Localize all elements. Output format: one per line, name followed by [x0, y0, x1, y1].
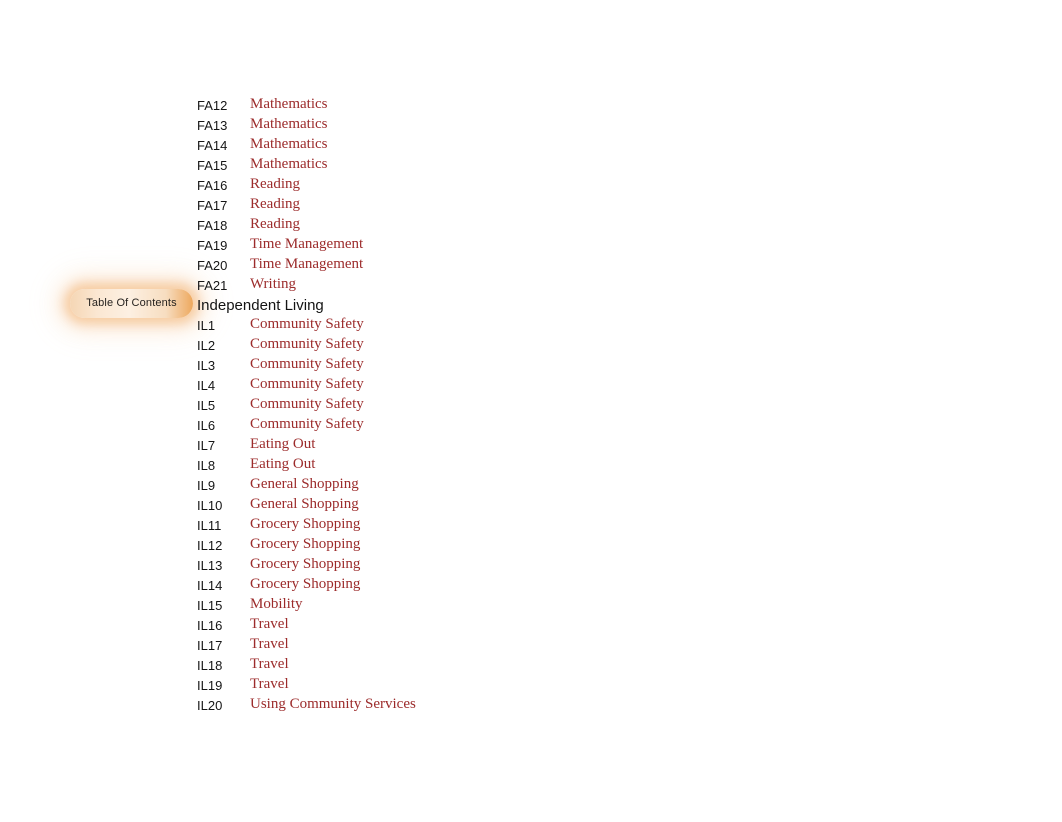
toc-entry-code: IL1 — [197, 318, 216, 333]
toc-entry-title[interactable]: Eating Out — [250, 456, 315, 472]
toc-entry-title[interactable]: Time Management — [250, 256, 363, 272]
toc-entry-title[interactable]: Community Safety — [250, 336, 364, 352]
toc-entry-title[interactable]: General Shopping — [250, 496, 359, 512]
toc-section-heading-label: Independent Living — [197, 297, 324, 314]
toc-entry-row[interactable]: IL11 Grocery Shopping — [197, 516, 717, 536]
toc-entry-title[interactable]: Travel — [250, 636, 289, 652]
toc-entry-code: IL17 — [197, 638, 223, 653]
toc-entry-code: IL13 — [197, 558, 223, 573]
toc-entry-title[interactable]: Mathematics — [250, 96, 327, 112]
toc-entry-code: FA20 — [197, 258, 228, 273]
toc-entry-title[interactable]: Community Safety — [250, 396, 364, 412]
toc-entry-code: IL11 — [197, 518, 222, 533]
toc-entry-code: IL16 — [197, 618, 223, 633]
toc-entry-title[interactable]: Community Safety — [250, 376, 364, 392]
toc-entry-code: IL9 — [197, 478, 216, 493]
toc-entry-title[interactable]: Mobility — [250, 596, 303, 612]
toc-entry-title[interactable]: Community Safety — [250, 416, 364, 432]
toc-entry-row[interactable]: FA13 Mathematics — [197, 116, 717, 136]
toc-entry-title[interactable]: Writing — [250, 276, 296, 292]
toc-entry-row[interactable]: FA20 Time Management — [197, 256, 717, 276]
toc-entry-row[interactable]: IL18 Travel — [197, 656, 717, 676]
toc-entry-code: IL5 — [197, 398, 216, 413]
toc-entry-title[interactable]: Grocery Shopping — [250, 516, 360, 532]
document-page: Table Of Contents FA12 Mathematics FA13 Mat… — [0, 0, 1062, 822]
toc-entry-title[interactable]: Mathematics — [250, 136, 327, 152]
toc-entry-title[interactable]: Using Community Services — [250, 696, 416, 712]
toc-entry-code: FA17 — [197, 198, 228, 213]
toc-entry-row[interactable]: FA21 Writing — [197, 276, 717, 296]
toc-entry-title[interactable]: Mathematics — [250, 116, 327, 132]
toc-entry-title[interactable]: Travel — [250, 676, 289, 692]
toc-entry-title[interactable]: General Shopping — [250, 476, 359, 492]
toc-entry-code: IL15 — [197, 598, 223, 613]
toc-entry-code: IL10 — [197, 498, 223, 513]
toc-entry-code: IL19 — [197, 678, 223, 693]
toc-entry-row[interactable]: FA12 Mathematics — [197, 96, 717, 116]
toc-entry-code: FA15 — [197, 158, 228, 173]
toc-entry-title[interactable]: Reading — [250, 216, 300, 232]
toc-entry-code: FA16 — [197, 178, 228, 193]
toc-entry-code: IL12 — [197, 538, 223, 553]
toc-entry-row[interactable]: FA17 Reading — [197, 196, 717, 216]
toc-entry-row[interactable]: IL5 Community Safety — [197, 396, 717, 416]
table-of-contents-badge[interactable]: Table Of Contents — [70, 289, 193, 318]
toc-entry-title[interactable]: Reading — [250, 176, 300, 192]
toc-entry-row[interactable]: IL16 Travel — [197, 616, 717, 636]
toc-entry-code: IL7 — [197, 438, 216, 453]
toc-entry-row[interactable]: IL14 Grocery Shopping — [197, 576, 717, 596]
toc-entry-code: IL8 — [197, 458, 216, 473]
toc-entry-title[interactable]: Community Safety — [250, 356, 364, 372]
toc-entry-row[interactable]: IL13 Grocery Shopping — [197, 556, 717, 576]
toc-entry-code: FA19 — [197, 238, 228, 253]
toc-entry-code: IL6 — [197, 418, 216, 433]
toc-entry-code: IL2 — [197, 338, 216, 353]
toc-entry-code: FA18 — [197, 218, 228, 233]
toc-entry-code: IL4 — [197, 378, 216, 393]
toc-entry-title[interactable]: Reading — [250, 196, 300, 212]
toc-entry-title[interactable]: Travel — [250, 616, 289, 632]
toc-entry-row[interactable]: FA14 Mathematics — [197, 136, 717, 156]
toc-entry-row[interactable]: FA15 Mathematics — [197, 156, 717, 176]
toc-entry-row[interactable]: FA18 Reading — [197, 216, 717, 236]
toc-entry-code: FA21 — [197, 278, 228, 293]
toc-entry-row[interactable]: IL9 General Shopping — [197, 476, 717, 496]
toc-entry-row[interactable]: IL1 Community Safety — [197, 316, 717, 336]
toc-entry-row[interactable]: IL4 Community Safety — [197, 376, 717, 396]
toc-entry-row[interactable]: IL8 Eating Out — [197, 456, 717, 476]
toc-entry-code: IL14 — [197, 578, 223, 593]
table-of-contents-list: FA12 Mathematics FA13 Mathematics FA14 Mathem… — [197, 96, 717, 716]
toc-entry-title[interactable]: Eating Out — [250, 436, 315, 452]
toc-entry-title[interactable]: Mathematics — [250, 156, 327, 172]
toc-entry-code: FA14 — [197, 138, 228, 153]
toc-section-heading: Independent Living — [197, 296, 717, 316]
toc-entry-row[interactable]: IL19 Travel — [197, 676, 717, 696]
toc-entry-code: IL3 — [197, 358, 216, 373]
toc-entry-row[interactable]: IL7 Eating Out — [197, 436, 717, 456]
toc-entry-row[interactable]: IL20 Using Community Services — [197, 696, 717, 716]
toc-entry-row[interactable]: IL12 Grocery Shopping — [197, 536, 717, 556]
toc-entry-row[interactable]: IL17 Travel — [197, 636, 717, 656]
table-of-contents-badge-label: Table Of Contents — [86, 297, 177, 309]
toc-entry-code: IL20 — [197, 698, 223, 713]
toc-entry-title[interactable]: Travel — [250, 656, 289, 672]
toc-entry-code: IL18 — [197, 658, 223, 673]
toc-entry-code: FA13 — [197, 118, 228, 133]
toc-entry-code: FA12 — [197, 98, 228, 113]
toc-entry-title[interactable]: Time Management — [250, 236, 363, 252]
toc-entry-title[interactable]: Grocery Shopping — [250, 556, 360, 572]
toc-entry-row[interactable]: FA19 Time Management — [197, 236, 717, 256]
toc-entry-title[interactable]: Community Safety — [250, 316, 364, 332]
toc-entry-row[interactable]: IL15 Mobility — [197, 596, 717, 616]
toc-entry-row[interactable]: IL3 Community Safety — [197, 356, 717, 376]
toc-entry-title[interactable]: Grocery Shopping — [250, 576, 360, 592]
toc-entry-row[interactable]: IL2 Community Safety — [197, 336, 717, 356]
toc-entry-row[interactable]: IL6 Community Safety — [197, 416, 717, 436]
toc-entry-row[interactable]: FA16 Reading — [197, 176, 717, 196]
toc-entry-title[interactable]: Grocery Shopping — [250, 536, 360, 552]
toc-entry-row[interactable]: IL10 General Shopping — [197, 496, 717, 516]
